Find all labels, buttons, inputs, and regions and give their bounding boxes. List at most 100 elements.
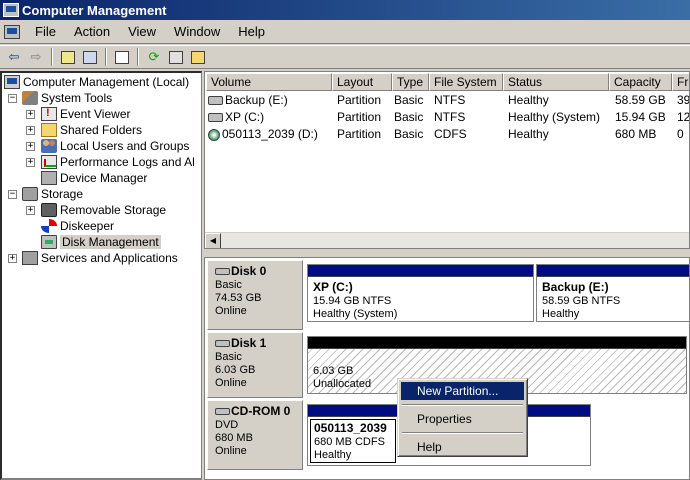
- cdrom-icon: [215, 408, 230, 415]
- diskeeper-icon: [41, 219, 57, 233]
- filesystem-cell: NTFS: [434, 93, 466, 107]
- help-icon[interactable]: [187, 47, 209, 67]
- disk-type: Basic: [215, 351, 242, 363]
- title-bar: Computer Management: [0, 0, 690, 20]
- tree-item-local-users[interactable]: Local Users and Groups: [41, 138, 189, 154]
- expand-button[interactable]: +: [26, 158, 35, 167]
- status-cell: Healthy (System): [508, 110, 601, 124]
- partition-label: XP (C:): [313, 280, 353, 294]
- partition-status: Unallocated: [313, 378, 372, 390]
- expand-button[interactable]: +: [26, 126, 35, 135]
- horizontal-scrollbar[interactable]: ◀: [205, 232, 689, 248]
- tree-item-performance-logs[interactable]: Performance Logs and Al: [41, 154, 195, 170]
- console-tree[interactable]: Computer Management (Local) − System Too…: [0, 71, 202, 480]
- removable-storage-icon: [41, 203, 57, 217]
- expand-button[interactable]: +: [8, 254, 17, 263]
- toolbar-separator: [137, 48, 139, 66]
- partition-xp[interactable]: XP (C:) 15.94 GB NTFS Healthy (System): [307, 264, 534, 322]
- filesystem-cell: CDFS: [434, 127, 467, 141]
- menu-action[interactable]: Action: [65, 24, 119, 39]
- disk-0-header[interactable]: Disk 0 Basic 74.53 GB Online: [207, 260, 303, 330]
- show-tree-icon[interactable]: [79, 47, 101, 67]
- toolbar: ⇦ ⇨ ⟳: [0, 45, 690, 69]
- tree-item-computer-management[interactable]: Computer Management (Local): [4, 74, 189, 90]
- tree-item-label: Performance Logs and Al: [60, 155, 195, 169]
- collapse-button[interactable]: −: [8, 190, 17, 199]
- status-cell: Healthy: [508, 127, 549, 141]
- tree-item-label: Device Manager: [60, 171, 148, 185]
- drive-icon: [208, 96, 223, 106]
- layout-cell: Partition: [337, 127, 382, 141]
- tree-item-disk-management[interactable]: Disk Management: [41, 234, 161, 250]
- layout-cell: Partition: [337, 110, 382, 124]
- menu-help[interactable]: Help: [229, 24, 274, 39]
- free-cell: 12: [677, 110, 690, 124]
- type-cell: Basic: [394, 110, 424, 124]
- cd-drive-icon: [208, 128, 220, 141]
- refresh-icon[interactable]: ⟳: [143, 47, 165, 67]
- partition-bar: [308, 337, 686, 349]
- export-icon[interactable]: [165, 47, 187, 67]
- disk-1-header[interactable]: Disk 1 Basic 6.03 GB Online: [207, 332, 303, 398]
- tree-item-services[interactable]: Services and Applications: [22, 250, 178, 266]
- disk-state: Online: [215, 377, 247, 389]
- tree-item-system-tools[interactable]: System Tools: [22, 90, 112, 106]
- tree-item-device-manager[interactable]: Device Manager: [41, 170, 147, 186]
- menu-item-properties[interactable]: Properties: [401, 410, 524, 428]
- expand-button[interactable]: +: [26, 206, 35, 215]
- menu-separator: [402, 432, 523, 434]
- free-cell: 0: [677, 127, 684, 141]
- menu-view[interactable]: View: [119, 24, 165, 39]
- free-cell: 39: [677, 93, 690, 107]
- properties-icon[interactable]: [111, 47, 133, 67]
- context-menu: New Partition... Properties Help: [397, 378, 528, 457]
- system-menu-icon[interactable]: [4, 24, 20, 39]
- tree-item-diskeeper[interactable]: Diskeeper: [41, 218, 114, 234]
- expand-button[interactable]: +: [26, 142, 35, 151]
- partition-detail: 58.59 GB NTFS: [542, 295, 621, 307]
- tree-item-storage[interactable]: Storage: [22, 186, 83, 202]
- column-header-layout[interactable]: Layout: [332, 73, 392, 91]
- tree-item-event-viewer[interactable]: Event Viewer: [41, 106, 130, 122]
- partition-label: 050113_2039: [314, 421, 387, 435]
- volume-name: 050113_2039 (D:): [222, 127, 318, 141]
- column-header-type[interactable]: Type: [392, 73, 429, 91]
- drive-icon: [208, 113, 223, 123]
- services-icon: [22, 251, 38, 265]
- tree-item-shared-folders[interactable]: Shared Folders: [41, 122, 142, 138]
- tree-item-label: Event Viewer: [60, 107, 131, 121]
- column-header-status[interactable]: Status: [503, 73, 609, 91]
- column-header-capacity[interactable]: Capacity: [609, 73, 672, 91]
- capacity-cell: 15.94 GB: [615, 110, 666, 124]
- tree-item-label: Local Users and Groups: [60, 139, 190, 153]
- tree-item-label: Diskeeper: [60, 219, 115, 233]
- volume-list[interactable]: Volume Layout Type File System Status Ca…: [204, 71, 690, 249]
- menu-item-new-partition[interactable]: New Partition...: [401, 382, 524, 400]
- up-folder-icon[interactable]: [57, 47, 79, 67]
- menu-item-help[interactable]: Help: [401, 438, 524, 456]
- expand-button[interactable]: +: [26, 110, 35, 119]
- tools-icon: [22, 91, 38, 105]
- partition-backup[interactable]: Backup (E:) 58.59 GB NTFS Healthy: [536, 264, 689, 322]
- column-header-file-system[interactable]: File System: [429, 73, 503, 91]
- menu-window[interactable]: Window: [165, 24, 229, 39]
- disk-state: Online: [215, 305, 247, 317]
- tree-item-removable-storage[interactable]: Removable Storage: [41, 202, 166, 218]
- menu-file[interactable]: File: [26, 24, 65, 39]
- column-header-free[interactable]: Fre: [672, 73, 689, 91]
- cdrom-0-header[interactable]: CD-ROM 0 DVD 680 MB Online: [207, 400, 303, 470]
- pane-splitter[interactable]: [204, 249, 690, 257]
- partition-bar: [537, 265, 689, 277]
- scroll-left-icon[interactable]: ◀: [205, 233, 221, 248]
- partition-bar: [308, 265, 533, 277]
- collapse-button[interactable]: −: [8, 94, 17, 103]
- disk-type: DVD: [215, 419, 239, 431]
- back-arrow-icon[interactable]: ⇦: [3, 47, 25, 67]
- forward-arrow-icon[interactable]: ⇨: [25, 47, 47, 67]
- column-header-volume[interactable]: Volume: [206, 73, 332, 91]
- disk-size: 680 MB: [215, 432, 253, 444]
- disk-state: Online: [215, 445, 247, 457]
- layout-cell: Partition: [337, 93, 382, 107]
- disk-name: Disk 1: [231, 336, 267, 350]
- storage-icon: [22, 187, 38, 201]
